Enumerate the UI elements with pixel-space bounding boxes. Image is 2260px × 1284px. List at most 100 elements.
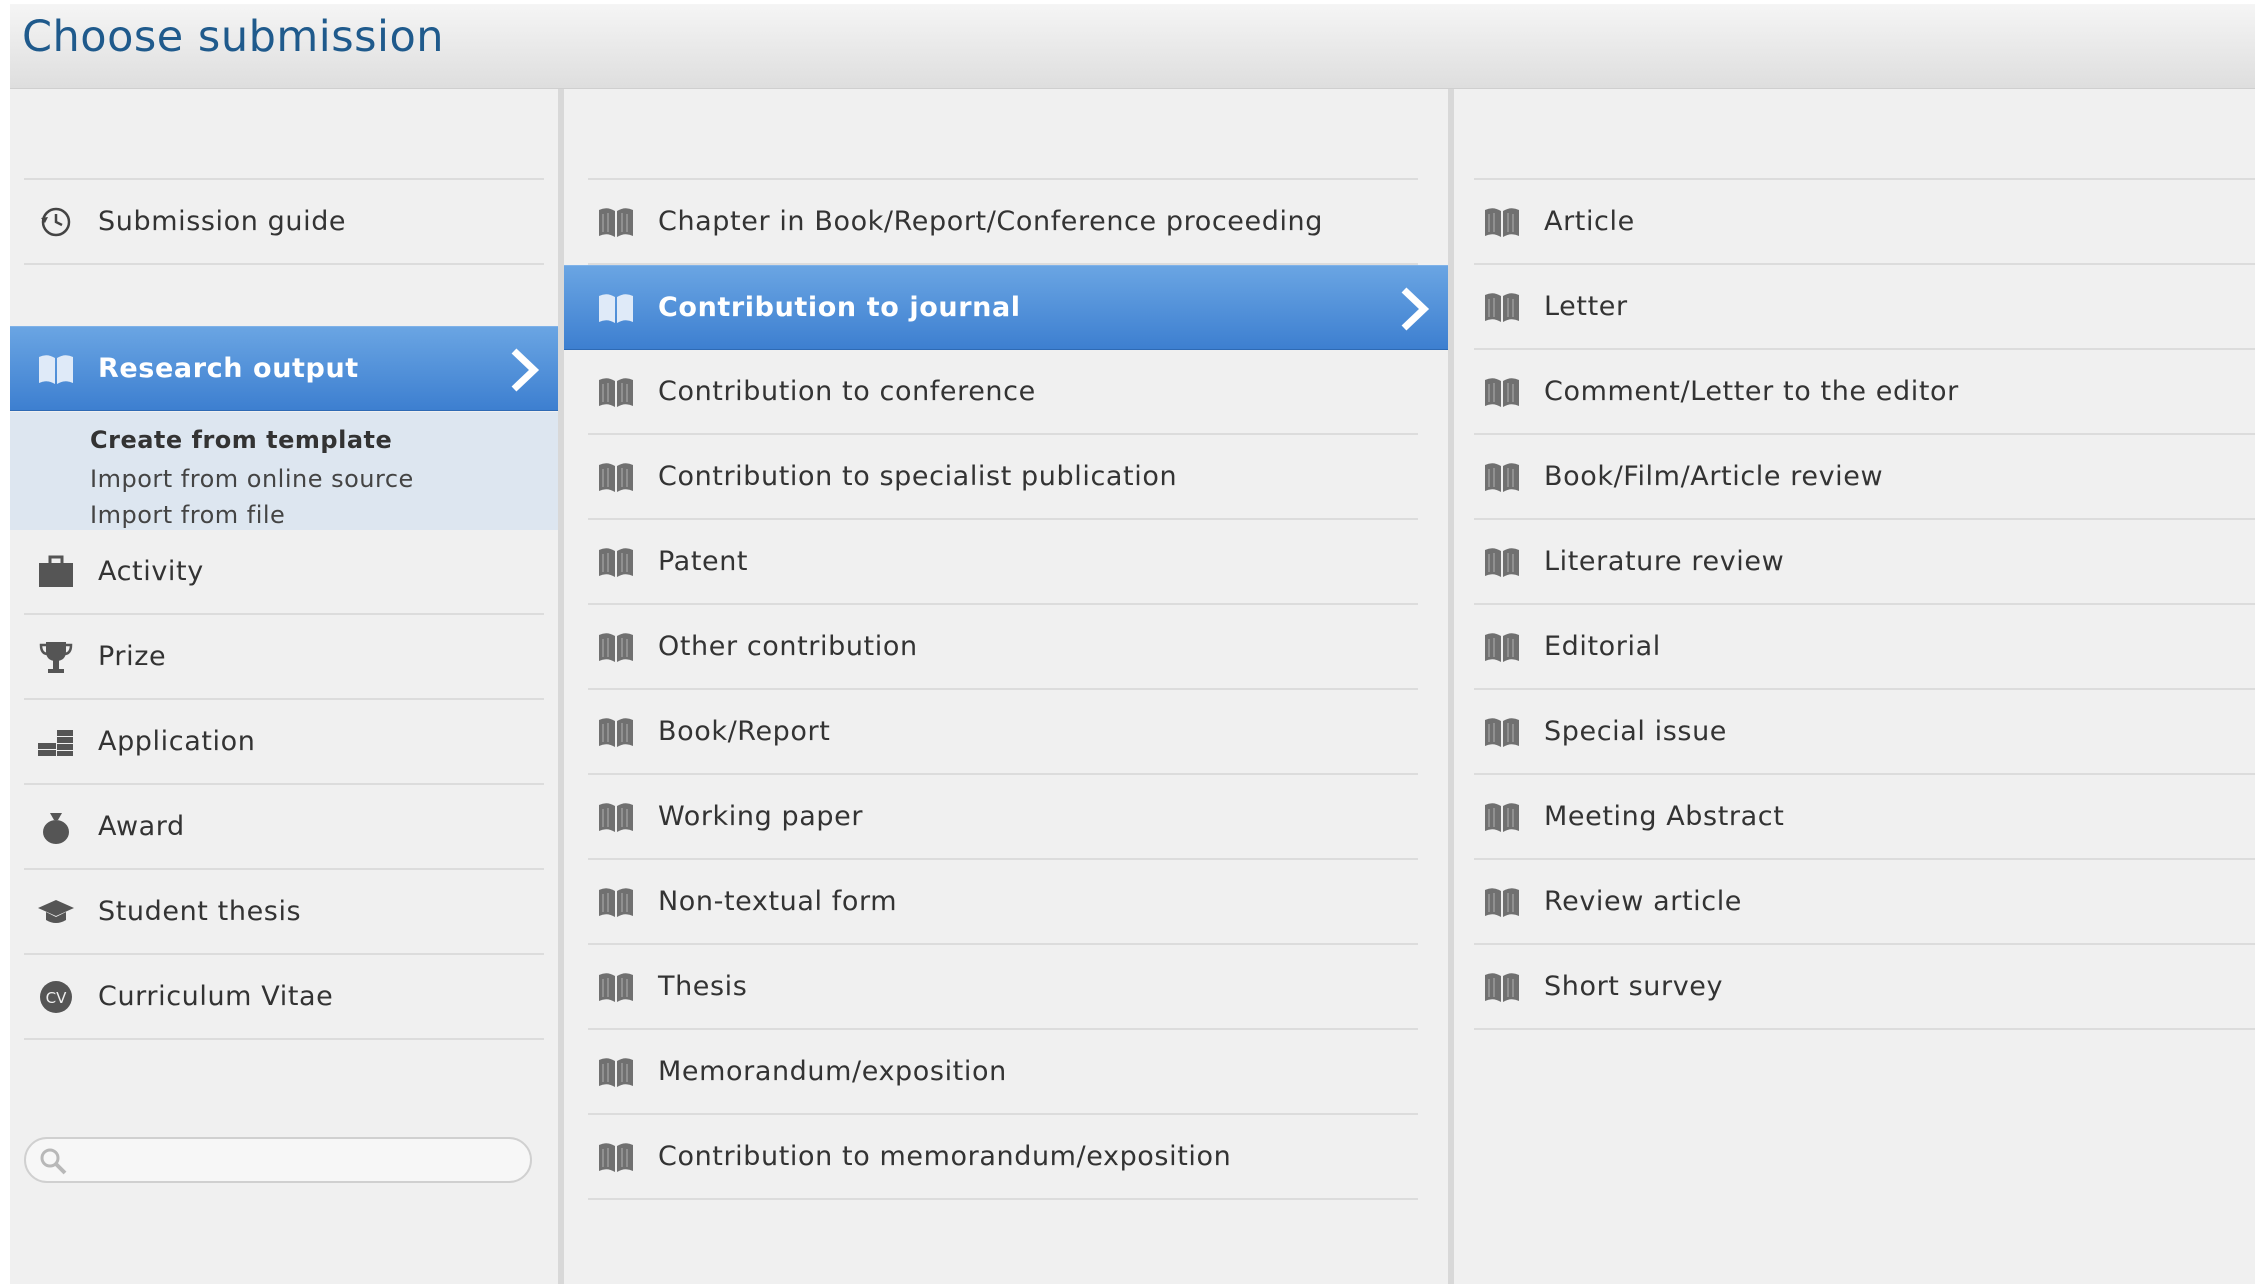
book-icon [1482,457,1522,497]
contribution-to-specialist-publication-item[interactable]: Contribution to specialist publication [588,435,1418,520]
book-icon [596,712,636,752]
thesis-item[interactable]: Thesis [588,945,1418,1030]
award-label: Award [98,811,185,842]
student-thesis-item[interactable]: Student thesis [24,870,544,955]
patent-item[interactable]: Patent [588,520,1418,605]
book-icon [596,627,636,667]
curriculum-vitae-label: Curriculum Vitae [98,981,334,1012]
memorandum-exposition-item[interactable]: Memorandum/exposition [588,1030,1418,1115]
prize-label: Prize [98,641,167,672]
working-paper-item[interactable]: Working paper [588,775,1418,860]
contribution-to-specialist-publication-label: Contribution to specialist publication [658,461,1178,492]
contribution-to-conference-label: Contribution to conference [658,376,1036,407]
book-icon [596,1052,636,1092]
research-output-submenu: Create from template Import from online … [10,412,558,530]
editorial-label: Editorial [1544,631,1661,662]
non-textual-form-label: Non-textual form [658,886,898,917]
trophy-icon [36,637,76,677]
book-film-article-review-label: Book/Film/Article review [1544,461,1884,492]
book-report-item[interactable]: Book/Report [588,690,1418,775]
money-bag-icon [36,807,76,847]
book-icon [1482,712,1522,752]
briefcase-icon [36,552,76,592]
award-item[interactable]: Award [24,785,544,870]
book-icon [596,202,636,242]
thesis-label: Thesis [658,971,748,1002]
other-contribution-label: Other contribution [658,631,918,662]
editorial-item[interactable]: Editorial [1474,605,2255,690]
subtype-column: Article Letter Comment/Letter to the edito… [1454,89,2255,1284]
contribution-to-journal-item[interactable]: Contribution to journal [564,265,1448,350]
page-title: Choose submission [22,12,445,62]
book-icon [596,797,636,837]
search-box[interactable] [24,1137,532,1183]
graduation-cap-icon [36,892,76,932]
submission-guide-item[interactable]: Submission guide [24,180,544,265]
category-column: Submission guide Research output Create … [10,89,564,1284]
application-item[interactable]: Application [24,700,544,785]
prize-item[interactable]: Prize [24,615,544,700]
create-from-template-link[interactable]: Create from template [90,426,392,454]
type-column: Chapter in Book/Report/Conference procee… [564,89,1454,1284]
book-icon [596,1137,636,1177]
contribution-to-journal-label: Contribution to journal [658,292,1021,323]
book-report-label: Book/Report [658,716,831,747]
other-contribution-item[interactable]: Other contribution [588,605,1418,690]
import-from-file-link[interactable]: Import from file [90,501,285,529]
letter-item[interactable]: Letter [1474,265,2255,350]
book-film-article-review-item[interactable]: Book/Film/Article review [1474,435,2255,520]
search-input[interactable] [78,1143,522,1179]
literature-review-item[interactable]: Literature review [1474,520,2255,605]
comment-letter-to-the-editor-item[interactable]: Comment/Letter to the editor [1474,350,2255,435]
research-output-label: Research output [98,353,359,384]
submission-guide-label: Submission guide [98,206,347,237]
chevron-right-icon [1401,287,1430,331]
search-icon [38,1146,68,1176]
review-article-item[interactable]: Review article [1474,860,2255,945]
book-icon [1482,287,1522,327]
book-icon [596,288,636,328]
money-stack-icon [36,722,76,762]
curriculum-vitae-item[interactable]: CV Curriculum Vitae [24,955,544,1040]
contribution-to-memorandum-exposition-item[interactable]: Contribution to memorandum/exposition [588,1115,1418,1200]
working-paper-label: Working paper [658,801,864,832]
book-icon [36,349,76,389]
meeting-abstract-label: Meeting Abstract [1544,801,1785,832]
review-article-label: Review article [1544,886,1743,917]
article-item[interactable]: Article [1474,180,2255,265]
chevron-right-icon [511,348,540,392]
cv-badge-icon: CV [36,977,76,1017]
chapter-in-book-report-conference-proceeding-label: Chapter in Book/Report/Conference procee… [658,206,1324,237]
special-issue-item[interactable]: Special issue [1474,690,2255,775]
choose-submission-window: Choose submission Submission guide Resea… [10,4,2255,1284]
book-icon [596,457,636,497]
book-icon [596,372,636,412]
book-icon [596,542,636,582]
activity-item[interactable]: Activity [24,530,544,615]
application-label: Application [98,726,256,757]
activity-label: Activity [98,556,204,587]
memorandum-exposition-label: Memorandum/exposition [658,1056,1007,1087]
import-from-online-source-link[interactable]: Import from online source [90,465,414,493]
book-icon [596,967,636,1007]
contribution-to-memorandum-exposition-label: Contribution to memorandum/exposition [658,1141,1232,1172]
book-icon [1482,797,1522,837]
header-bar: Choose submission [10,4,2255,89]
patent-label: Patent [658,546,749,577]
book-icon [1482,967,1522,1007]
research-output-item[interactable]: Research output [10,326,558,411]
special-issue-label: Special issue [1544,716,1728,747]
comment-letter-to-the-editor-label: Comment/Letter to the editor [1544,376,1959,407]
literature-review-label: Literature review [1544,546,1785,577]
letter-label: Letter [1544,291,1628,322]
book-icon [1482,202,1522,242]
chapter-in-book-report-conference-proceeding-item[interactable]: Chapter in Book/Report/Conference procee… [588,180,1418,265]
short-survey-item[interactable]: Short survey [1474,945,2255,1030]
short-survey-label: Short survey [1544,971,1724,1002]
student-thesis-label: Student thesis [98,896,302,927]
non-textual-form-item[interactable]: Non-textual form [588,860,1418,945]
meeting-abstract-item[interactable]: Meeting Abstract [1474,775,2255,860]
book-icon [1482,627,1522,667]
svg-text:CV: CV [46,989,67,1007]
contribution-to-conference-item[interactable]: Contribution to conference [588,350,1418,435]
